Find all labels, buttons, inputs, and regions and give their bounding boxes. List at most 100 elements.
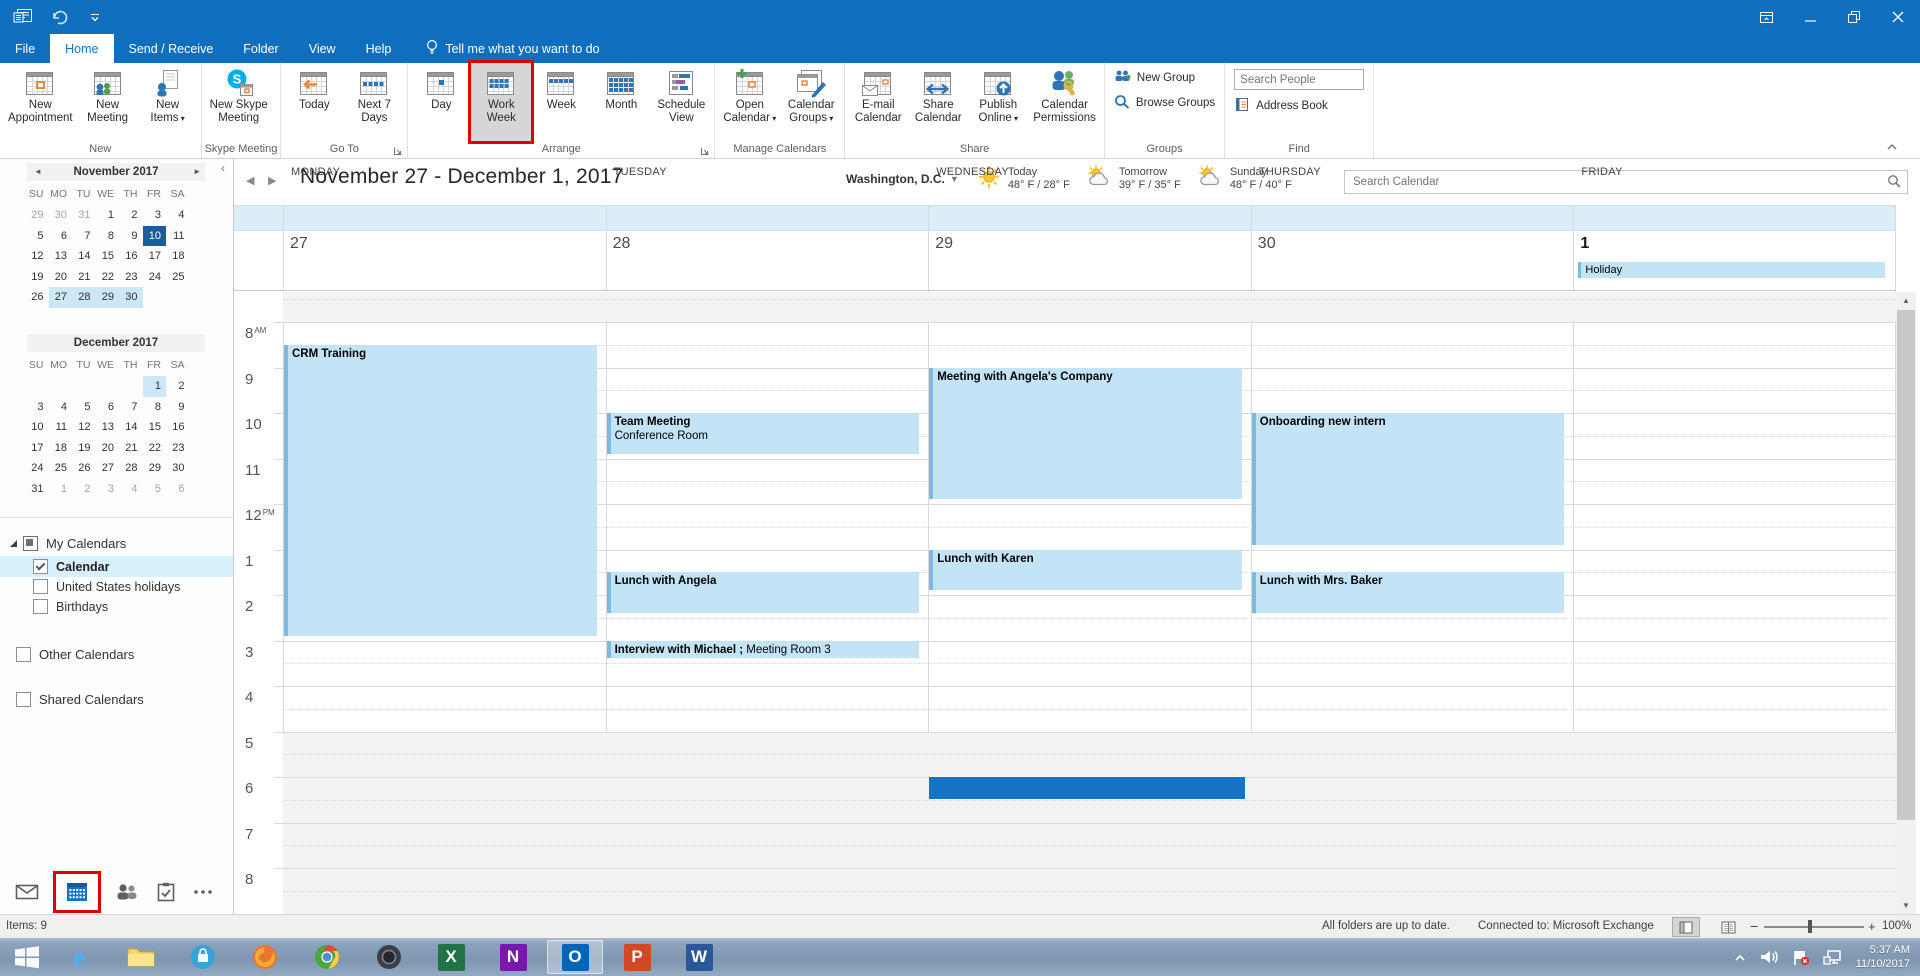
calendar-section-other-calendars[interactable]: Other Calendars: [0, 644, 233, 665]
calendar-checkbox[interactable]: [33, 599, 48, 614]
zoom-level[interactable]: 100%: [1882, 915, 1911, 938]
mini-calendar-day[interactable]: 6: [96, 397, 120, 418]
mini-calendar-day[interactable]: 5: [143, 479, 167, 500]
zoom-out-button[interactable]: −: [1750, 915, 1758, 938]
calendar-group-my-calendars[interactable]: My Calendars: [0, 533, 233, 554]
taskbar-firefox-button[interactable]: [237, 940, 293, 974]
mini-calendar-day[interactable]: 21: [72, 267, 96, 288]
event-lunch-with-karen[interactable]: Lunch with Karen: [929, 550, 1242, 591]
ribbon-button-week[interactable]: Week: [531, 63, 591, 141]
time-grid[interactable]: 8AM9101112PM12345678CRM TrainingTeam Mee…: [234, 292, 1920, 914]
previous-month-icon[interactable]: ◄: [31, 163, 45, 181]
dialog-launcher-icon[interactable]: [393, 145, 403, 155]
mail-nav[interactable]: [15, 883, 39, 901]
calendar-checkbox[interactable]: [33, 559, 48, 574]
mini-calendar-day[interactable]: 24: [143, 267, 167, 288]
mini-calendar-day[interactable]: 29: [96, 287, 120, 308]
event-interview-with-michael[interactable]: Interview with Michael ; Meeting Room 3: [607, 641, 920, 659]
calendar-item-birthdays[interactable]: Birthdays: [0, 596, 233, 617]
mini-calendar-day[interactable]: 8: [96, 226, 120, 247]
zoom-slider-thumb[interactable]: [1808, 920, 1812, 933]
day-header-monday[interactable]: MONDAY: [291, 159, 340, 185]
mini-calendar-day[interactable]: 2: [72, 479, 96, 500]
mini-calendar-day[interactable]: 6: [49, 226, 73, 247]
mini-calendar-day[interactable]: 11: [166, 226, 190, 247]
mini-calendar-day[interactable]: 20: [49, 267, 73, 288]
mini-calendar-day[interactable]: 12: [72, 417, 96, 438]
ribbon-button-day[interactable]: Day: [411, 63, 471, 141]
ribbon-button-publish-online[interactable]: PublishOnline ▾: [968, 63, 1028, 141]
day-header-wednesday[interactable]: WEDNESDAY: [936, 159, 1009, 185]
mini-calendar-day[interactable]: 4: [119, 479, 143, 500]
calendar-nav[interactable]: [56, 874, 98, 910]
mini-calendar-day[interactable]: 22: [143, 438, 167, 459]
selected-time-slot[interactable]: [929, 777, 1245, 799]
mini-calendar-day[interactable]: 5: [72, 397, 96, 418]
tab-home[interactable]: Home: [50, 34, 113, 63]
tell-me-box[interactable]: Tell me what you want to do: [416, 34, 609, 63]
mini-calendar-day[interactable]: 28: [72, 287, 96, 308]
day-header-friday[interactable]: FRIDAY: [1581, 159, 1622, 185]
event-onboarding-new-intern[interactable]: Onboarding new intern: [1252, 413, 1565, 545]
scroll-up-icon[interactable]: ▲: [1896, 292, 1916, 309]
mini-calendar-day[interactable]: 13: [96, 417, 120, 438]
mini-calendar-day[interactable]: 26: [72, 458, 96, 479]
mini-calendar-day[interactable]: 3: [96, 479, 120, 500]
calendar-checkbox[interactable]: [16, 647, 31, 662]
scrollbar-thumb[interactable]: [1897, 310, 1915, 820]
mini-calendar-day[interactable]: 15: [96, 246, 120, 267]
mini-calendar-day[interactable]: 30: [119, 287, 143, 308]
mini-calendar-day[interactable]: 13: [49, 246, 73, 267]
start-button[interactable]: [6, 941, 48, 973]
taskbar-chrome-button[interactable]: [299, 940, 355, 974]
mini-calendar-day[interactable]: 3: [143, 205, 167, 226]
mini-calendar-day[interactable]: 14: [72, 246, 96, 267]
mini-calendar-day[interactable]: 19: [25, 267, 49, 288]
taskbar-file-explorer-button[interactable]: [113, 940, 169, 974]
mini-calendar-day[interactable]: 31: [72, 205, 96, 226]
event-crm-training[interactable]: CRM Training: [284, 345, 597, 636]
ribbon-button-new-appointment[interactable]: NewAppointment: [3, 63, 78, 141]
mini-calendar-day[interactable]: 17: [143, 246, 167, 267]
zoom-slider[interactable]: [1764, 926, 1864, 928]
ribbon-button-new-items[interactable]: NewItems ▾: [138, 63, 198, 141]
mini-calendar-day[interactable]: 16: [119, 246, 143, 267]
mini-calendar-day[interactable]: 6: [166, 479, 190, 500]
undo-icon[interactable]: [48, 6, 70, 28]
vertical-scrollbar[interactable]: ▲ ▼: [1896, 292, 1916, 914]
taskbar-word-button[interactable]: W: [671, 940, 727, 974]
mini-calendar-day[interactable]: 27: [96, 458, 120, 479]
ribbon-button-today[interactable]: Today: [284, 63, 344, 141]
ribbon-button-calendar-permissions[interactable]: CalendarPermissions: [1028, 63, 1101, 141]
close-button[interactable]: [1876, 0, 1920, 34]
normal-view-button[interactable]: [1672, 917, 1700, 937]
all-day-event[interactable]: Holiday: [1578, 262, 1885, 278]
next-month-icon[interactable]: ►: [193, 163, 201, 181]
ribbon-button-address-book[interactable]: Address Book: [1234, 97, 1364, 115]
minimize-pane-icon[interactable]: ‹: [221, 161, 225, 175]
ribbon-display-options-button[interactable]: [1744, 0, 1788, 34]
mini-calendar-day[interactable]: 16: [166, 417, 190, 438]
ribbon-button-work-week[interactable]: WorkWeek: [471, 63, 531, 141]
ribbon-button-open-calendar[interactable]: OpenCalendar ▾: [718, 63, 781, 141]
mini-calendar-day[interactable]: 8: [143, 397, 167, 418]
taskbar-store-button[interactable]: [175, 940, 231, 974]
taskbar-clock[interactable]: 5:37 AM 11/10/2017: [1856, 943, 1910, 971]
dialog-launcher-icon[interactable]: [700, 145, 710, 155]
day-header-thursday[interactable]: THURSDAY: [1259, 159, 1321, 185]
calendar-item-united-states-holidays[interactable]: United States holidays: [0, 576, 233, 597]
mini-calendar-day[interactable]: 28: [119, 458, 143, 479]
tasks-nav[interactable]: [156, 882, 176, 902]
mini-calendar-day[interactable]: 10: [25, 417, 49, 438]
mini-calendar-day[interactable]: 25: [49, 458, 73, 479]
taskbar-edge-button[interactable]: e: [51, 940, 107, 974]
ribbon-button-month[interactable]: Month: [591, 63, 651, 141]
tab-folder[interactable]: Folder: [228, 34, 293, 63]
mini-calendar-day[interactable]: 29: [143, 458, 167, 479]
mini-calendar-day[interactable]: 26: [25, 287, 49, 308]
mini-calendar-day[interactable]: 20: [96, 438, 120, 459]
tab-view[interactable]: View: [294, 34, 351, 63]
restore-button[interactable]: [1832, 0, 1876, 34]
mini-calendar-day[interactable]: 7: [72, 226, 96, 247]
mini-calendar-day[interactable]: 30: [49, 205, 73, 226]
